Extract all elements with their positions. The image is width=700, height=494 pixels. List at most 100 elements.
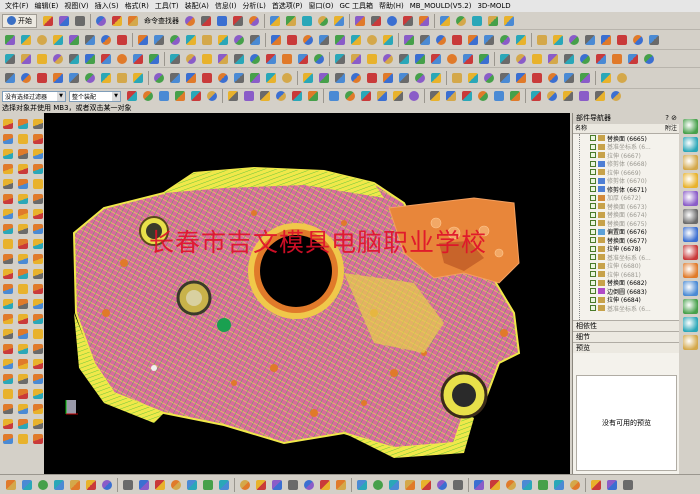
tree-node[interactable]: 基准坐标系 (6... <box>590 143 679 151</box>
menu-item[interactable]: 装配(A) <box>182 0 212 12</box>
toolbar-button[interactable] <box>302 477 317 492</box>
toolbar-button[interactable] <box>269 32 284 47</box>
visibility-checkbox[interactable] <box>590 169 596 176</box>
feature-tool-button[interactable] <box>16 162 29 175</box>
tree-node[interactable]: 替换面 (6674) <box>590 211 679 219</box>
toolbar-button[interactable] <box>429 51 444 66</box>
toolbar-button[interactable] <box>290 89 305 104</box>
toolbar-button[interactable] <box>520 477 535 492</box>
tree-node[interactable]: 修剪体 (6670) <box>590 177 679 185</box>
toolbar-button[interactable] <box>306 89 321 104</box>
toolbar-button[interactable] <box>589 477 604 492</box>
palette-tab[interactable] <box>682 299 698 314</box>
menu-item[interactable]: 文件(F) <box>2 0 32 12</box>
toolbar-button[interactable] <box>428 89 443 104</box>
section-dependencies[interactable]: 相依性 <box>573 320 679 331</box>
visibility-checkbox[interactable] <box>590 194 596 201</box>
toolbar-button[interactable] <box>115 51 130 66</box>
feature-tool-button[interactable] <box>1 177 14 190</box>
toolbar-button[interactable] <box>552 477 567 492</box>
toolbar-button[interactable] <box>52 477 67 492</box>
feature-tool-button[interactable] <box>1 117 14 130</box>
toolbar-button[interactable] <box>486 13 501 28</box>
visibility-checkbox[interactable] <box>590 262 596 269</box>
toolbar-button[interactable] <box>316 13 331 28</box>
toolbar-button[interactable] <box>562 71 577 86</box>
toolbar-button[interactable] <box>152 71 167 86</box>
navigator-pin-icon[interactable]: ? ⊘ <box>665 113 677 124</box>
toolbar-button[interactable] <box>99 71 114 86</box>
web-browser-tab[interactable] <box>682 191 698 206</box>
feature-tool-button[interactable] <box>16 222 29 235</box>
toolbar-button[interactable] <box>529 89 544 104</box>
toolbar-button[interactable] <box>268 13 283 28</box>
feature-tool-button[interactable] <box>1 252 14 265</box>
feature-tool-button[interactable] <box>1 207 14 220</box>
toolbar-button[interactable] <box>68 477 83 492</box>
feature-tool-button[interactable] <box>31 207 44 220</box>
toolbar-button[interactable] <box>461 51 476 66</box>
feature-tool-button[interactable] <box>16 342 29 355</box>
toolbar-button[interactable] <box>551 32 566 47</box>
toolbar-button[interactable] <box>418 32 433 47</box>
toolbar-button[interactable] <box>136 32 151 47</box>
feature-tool-button[interactable] <box>31 252 44 265</box>
toolbar-button[interactable] <box>327 89 342 104</box>
feature-tool-button[interactable] <box>16 357 29 370</box>
toolbar-button[interactable] <box>514 32 529 47</box>
toolbar-button[interactable] <box>583 32 598 47</box>
feature-tool-button[interactable] <box>16 297 29 310</box>
toolbar-button[interactable] <box>429 71 444 86</box>
visibility-checkbox[interactable] <box>590 143 596 150</box>
toolbar-button[interactable] <box>300 13 315 28</box>
tree-node[interactable]: 替换面 (6677) <box>590 236 679 245</box>
toolbar-button[interactable] <box>546 71 561 86</box>
help-tab[interactable] <box>682 317 698 332</box>
toolbar-button[interactable] <box>125 89 140 104</box>
tree-node[interactable]: 加厚 (6672) <box>590 194 679 202</box>
feature-tool-button[interactable] <box>31 432 44 445</box>
toolbar-button[interactable] <box>94 13 109 28</box>
roles-tab[interactable] <box>682 263 698 278</box>
feature-tool-button[interactable] <box>16 207 29 220</box>
tree-node[interactable]: 偏置面 (6676) <box>590 228 679 236</box>
toolbar-button[interactable] <box>642 51 657 66</box>
feature-tool-button[interactable] <box>31 402 44 415</box>
feature-tool-button[interactable] <box>16 147 29 160</box>
command-finder-button[interactable]: 命令查找器 <box>141 16 182 26</box>
toolbar-button[interactable] <box>280 71 295 86</box>
toolbar-button[interactable] <box>147 51 162 66</box>
toolbar-button[interactable] <box>333 51 348 66</box>
toolbar-button[interactable] <box>216 51 231 66</box>
feature-tool-button[interactable] <box>1 357 14 370</box>
process-studio-tab[interactable] <box>682 245 698 260</box>
toolbar-button[interactable] <box>232 71 247 86</box>
toolbar-button[interactable] <box>168 71 183 86</box>
visibility-checkbox[interactable] <box>590 279 596 286</box>
feature-tool-button[interactable] <box>31 297 44 310</box>
toolbar-button[interactable] <box>131 71 146 86</box>
start-button[interactable]: 开始 <box>2 13 37 28</box>
menu-item[interactable]: 首选项(P) <box>269 0 306 12</box>
assembly-navigator-tab[interactable] <box>682 119 698 134</box>
toolbar-button[interactable] <box>332 13 347 28</box>
toolbar-button[interactable] <box>359 89 374 104</box>
toolbar-button[interactable] <box>99 51 114 66</box>
feature-tool-button[interactable] <box>31 192 44 205</box>
toolbar-button[interactable] <box>157 89 172 104</box>
toolbar-button[interactable] <box>482 32 497 47</box>
tree-node[interactable]: 拉伸 (6667) <box>590 151 679 160</box>
feature-tool-button[interactable] <box>1 237 14 250</box>
toolbar-button[interactable] <box>333 71 348 86</box>
toolbar-button[interactable] <box>242 89 257 104</box>
toolbar-button[interactable] <box>403 477 418 492</box>
toolbar-button[interactable] <box>110 13 125 28</box>
toolbar-button[interactable] <box>477 51 492 66</box>
toolbar-button[interactable] <box>248 51 263 66</box>
toolbar-button[interactable] <box>381 51 396 66</box>
feature-tool-button[interactable] <box>1 387 14 400</box>
menu-item[interactable]: 格式(R) <box>122 0 152 12</box>
toolbar-button[interactable] <box>301 71 316 86</box>
section-details[interactable]: 细节 <box>573 331 679 342</box>
tree-node[interactable]: 替换面 (6665) <box>590 134 679 143</box>
